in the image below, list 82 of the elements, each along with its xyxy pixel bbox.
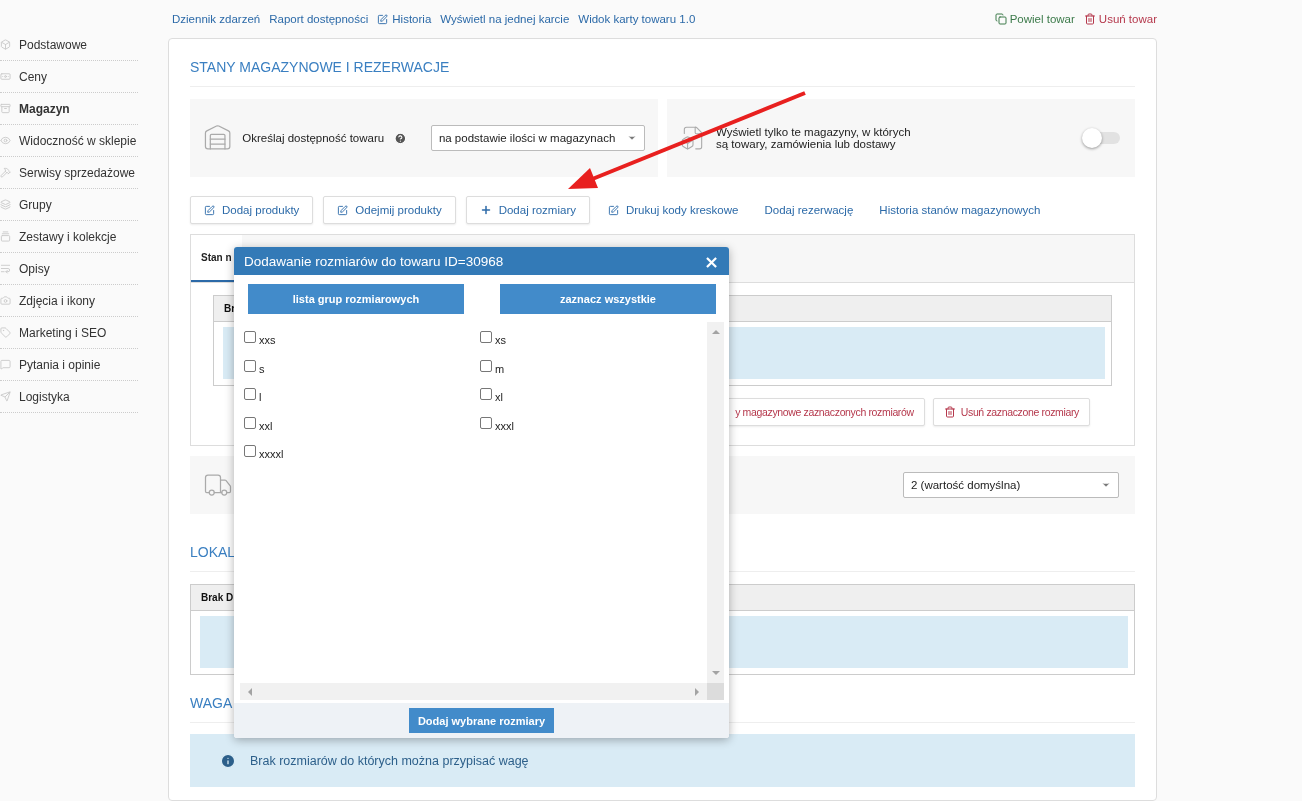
checkbox[interactable] bbox=[480, 388, 492, 400]
scrollbar-corner bbox=[707, 683, 724, 700]
edit-icon bbox=[337, 204, 349, 216]
size-option[interactable]: xxl bbox=[244, 415, 480, 444]
plus-icon bbox=[479, 204, 492, 216]
edit-icon bbox=[608, 204, 619, 216]
top-link[interactable]: Wyświetl na jednej karcie bbox=[440, 13, 570, 25]
sidebar-item[interactable]: Serwisy sprzedażowe bbox=[0, 157, 138, 189]
sidebar-item[interactable]: Podstawowe bbox=[0, 29, 138, 61]
tab[interactable]: Stan n bbox=[191, 235, 242, 282]
top-link[interactable]: Historia bbox=[377, 13, 432, 25]
delete-button[interactable]: Usuń zaznaczone rozmiary bbox=[932, 398, 1090, 426]
chat-icon bbox=[0, 359, 11, 370]
sidebar-item[interactable]: Grupy bbox=[0, 189, 138, 221]
info-text: Brak rozmiarów do których można przypisać wagę bbox=[250, 753, 529, 768]
trash-icon bbox=[943, 406, 956, 418]
gallery-icon bbox=[0, 231, 11, 242]
filter-label: Wyświetl tylko te magazyny, w których są towary, zamówienia lub dostawy bbox=[716, 126, 912, 150]
top-link[interactable]: Dziennik zdarzeń bbox=[172, 13, 261, 25]
edit-icon bbox=[204, 204, 215, 216]
tag-icon bbox=[0, 327, 11, 338]
checkbox[interactable] bbox=[244, 416, 256, 429]
sidebar-item[interactable]: Zdjęcia i ikony bbox=[0, 285, 138, 317]
dropdown-icon bbox=[627, 133, 637, 143]
checkbox[interactable] bbox=[480, 331, 492, 343]
edit-icon bbox=[377, 13, 389, 25]
checkbox[interactable] bbox=[480, 359, 492, 372]
action-button[interactable]: Dodaj rozmiary bbox=[465, 196, 590, 224]
checkbox[interactable] bbox=[244, 359, 256, 372]
eye-icon bbox=[0, 135, 11, 146]
sidebar-item[interactable]: Logistyka bbox=[0, 381, 138, 413]
wrap-text-icon bbox=[0, 263, 11, 274]
info-icon bbox=[220, 752, 236, 769]
banknote-icon bbox=[0, 71, 11, 82]
horizontal-scrollbar[interactable] bbox=[240, 683, 707, 700]
size-option[interactable]: s bbox=[244, 358, 480, 387]
sidebar-item[interactable]: Magazyn bbox=[0, 93, 138, 125]
sidebar-item[interactable]: Marketing i SEO bbox=[0, 317, 138, 349]
size-option[interactable]: m bbox=[480, 358, 707, 387]
box-icon bbox=[0, 39, 11, 50]
dialog-title: Dodawanie rozmiarów do towaru ID=30968 bbox=[244, 253, 504, 269]
top-link[interactable]: Raport dostępności bbox=[269, 13, 369, 25]
checkbox[interactable] bbox=[244, 331, 256, 343]
sidebar-item[interactable]: Pytania i opinie bbox=[0, 349, 138, 381]
archive-icon bbox=[0, 103, 11, 114]
size-option[interactable]: xxs bbox=[244, 330, 480, 359]
sidebar-item[interactable]: Zestawy i kolekcje bbox=[0, 221, 138, 253]
warehouse-icon bbox=[203, 123, 233, 153]
copy-icon bbox=[994, 13, 1007, 25]
trash-icon bbox=[1083, 13, 1096, 25]
dropdown-icon bbox=[1101, 480, 1111, 490]
sidebar-item[interactable]: Widoczność w sklepie bbox=[0, 125, 138, 157]
dialog-button[interactable]: zaznacz wszystkie bbox=[500, 284, 716, 314]
checkbox[interactable] bbox=[244, 445, 256, 457]
action-link[interactable]: Drukuj kody kreskowe bbox=[600, 204, 747, 216]
action-button[interactable]: Dodaj produkty bbox=[190, 196, 314, 224]
checkbox[interactable] bbox=[480, 416, 492, 429]
size-option[interactable]: l bbox=[244, 387, 480, 416]
send-icon bbox=[0, 391, 11, 402]
dialog-button[interactable]: lista grup rozmiarowych bbox=[248, 284, 464, 314]
delivery-select[interactable]: 2 (wartość domyślna) bbox=[903, 472, 1119, 498]
size-option[interactable]: xxxxl bbox=[244, 444, 480, 473]
sidebar-item[interactable]: Opisy bbox=[0, 253, 138, 285]
action-button[interactable]: Odejmij produkty bbox=[323, 196, 456, 224]
duplicate-link[interactable]: Powiel towar bbox=[994, 13, 1075, 25]
hammer-icon bbox=[0, 167, 11, 178]
availability-select[interactable]: na podstawie ilości w magazynach bbox=[430, 125, 645, 151]
action-link[interactable]: Dodaj rezerwację bbox=[756, 204, 862, 216]
delete-link[interactable]: Usuń towar bbox=[1083, 13, 1157, 25]
close-button[interactable]: × bbox=[703, 250, 719, 272]
help-icon[interactable] bbox=[394, 131, 407, 145]
sidebar-item[interactable]: Ceny bbox=[0, 61, 138, 93]
section-title: STANY MAGAZYNOWE I REZERWACJE bbox=[190, 39, 1135, 87]
checkbox[interactable] bbox=[244, 388, 256, 400]
top-link[interactable]: Widok karty towaru 1.0 bbox=[578, 13, 696, 25]
availability-label: Określaj dostępność towaru bbox=[242, 132, 385, 144]
layers-icon bbox=[0, 199, 11, 210]
camera-icon bbox=[0, 295, 11, 306]
submit-button[interactable]: Dodaj wybrane rozmiary bbox=[408, 708, 555, 733]
action-link[interactable]: Historia stanów magazynowych bbox=[871, 204, 1049, 216]
vertical-scrollbar[interactable] bbox=[707, 322, 724, 683]
size-option[interactable]: xs bbox=[480, 330, 707, 359]
